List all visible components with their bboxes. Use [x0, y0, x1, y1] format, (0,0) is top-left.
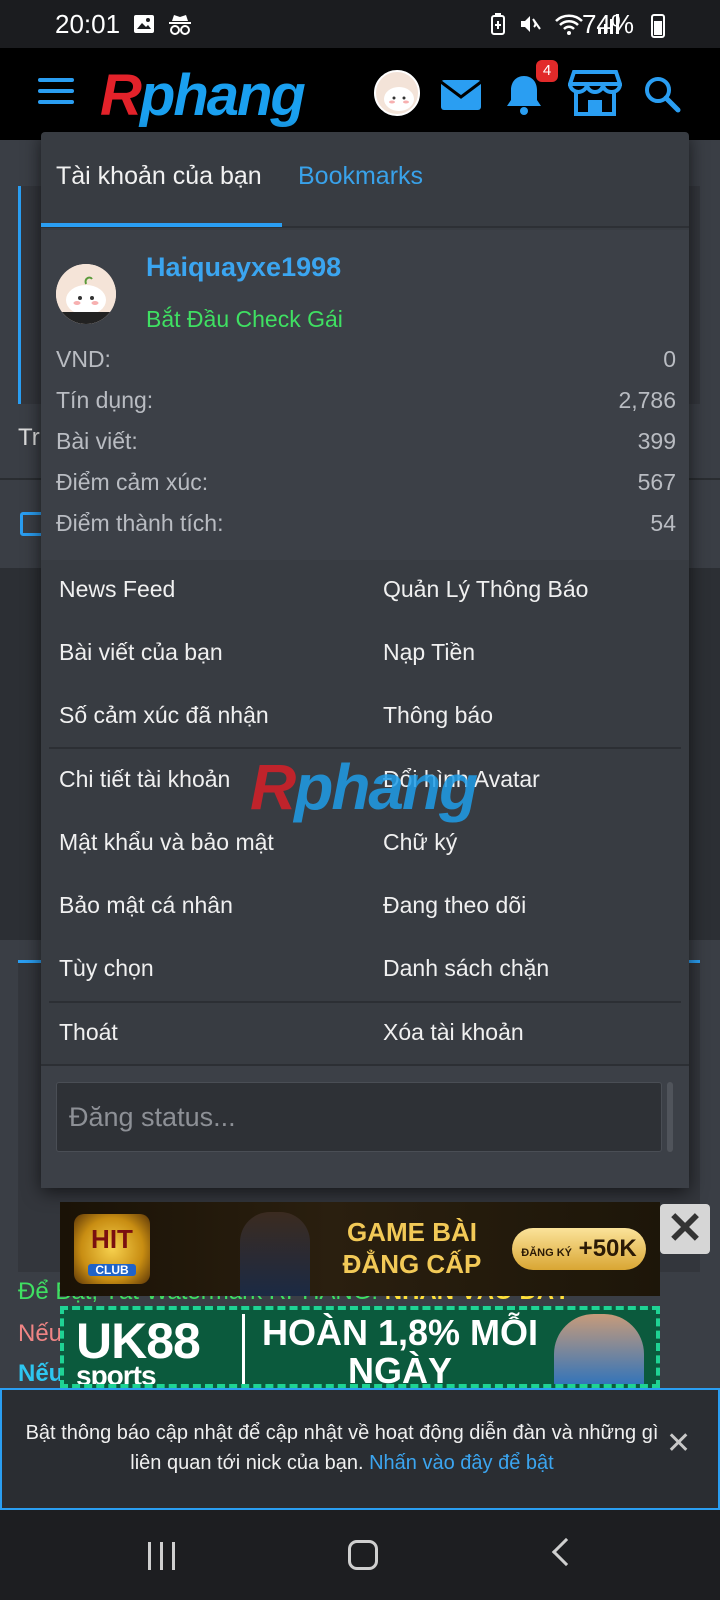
- ad-separator: [242, 1314, 245, 1384]
- menu-icon[interactable]: [38, 78, 74, 104]
- wifi-icon: [555, 14, 583, 35]
- links-divider: [49, 747, 681, 749]
- stat-label: Bài viết:: [56, 428, 138, 454]
- link-account-details[interactable]: Chi tiết tài khoản: [59, 766, 230, 793]
- status-update-area: [41, 1064, 689, 1188]
- close-icon[interactable]: ✕: [666, 1426, 691, 1461]
- stat-value[interactable]: 2,786: [618, 387, 676, 414]
- status-resize-handle[interactable]: [667, 1082, 673, 1152]
- link-signature[interactable]: Chữ ký: [383, 829, 457, 856]
- link-your-posts[interactable]: Bài viết của bạn: [59, 639, 223, 666]
- link-manage-notifications[interactable]: Quản Lý Thông Báo: [383, 576, 588, 603]
- logo-r: R: [100, 63, 142, 128]
- link-news-feed[interactable]: News Feed: [59, 576, 175, 603]
- ad-offer: HOÀN 1,8% MỖI NGÀY: [261, 1312, 539, 1388]
- links-divider: [49, 1001, 681, 1003]
- site-logo[interactable]: Rphang: [100, 62, 306, 129]
- status-left-icons: [132, 12, 194, 36]
- background-message: Nếu: [18, 1360, 64, 1387]
- profile-user-title: Bắt Đầu Check Gái: [146, 306, 343, 332]
- stat-value[interactable]: 54: [650, 510, 676, 537]
- ad-close-button[interactable]: ✕: [660, 1204, 710, 1254]
- link-alerts[interactable]: Thông báo: [383, 702, 493, 729]
- gallery-icon: [134, 15, 154, 33]
- status-bar: 20:01 74%: [0, 0, 720, 48]
- back-icon[interactable]: [551, 1537, 581, 1567]
- ad-cta-small: ĐĂNG KÝ: [521, 1247, 572, 1259]
- screen: 20:01 74% Rphang 4 Tr Tài khoản của bạn …: [0, 0, 720, 1600]
- search-icon[interactable]: [642, 74, 682, 114]
- mute-icon: [521, 16, 541, 32]
- hitclub-brand: HIT: [91, 1224, 133, 1254]
- store-icon[interactable]: [568, 68, 622, 118]
- notification-permission-bar: Bật thông báo cập nhật để cập nhật về ho…: [0, 1388, 720, 1510]
- logo-rest: phang: [139, 63, 306, 128]
- hitclub-sub: CLUB: [88, 1264, 136, 1276]
- account-dropdown: Tài khoản của bạn Bookmarks Haiquayxe199…: [41, 132, 689, 1188]
- stat-row: Bài viết: 399: [56, 428, 676, 455]
- stat-row: VND: 0: [56, 346, 676, 373]
- tab-your-account[interactable]: Tài khoản của bạn: [56, 162, 262, 191]
- ad-cta-button[interactable]: ĐĂNG KÝ +50K: [512, 1228, 646, 1270]
- battery-percent: 74%: [581, 9, 634, 39]
- background-message: Nếu: [18, 1320, 63, 1347]
- stat-row: Tín dụng: 2,786: [56, 387, 676, 414]
- background-text: Tr: [18, 424, 40, 451]
- notification-badge: 4: [536, 60, 558, 82]
- ad-person-image: [240, 1212, 310, 1296]
- link-logout[interactable]: Thoát: [59, 1019, 118, 1046]
- profile-avatar[interactable]: [56, 264, 116, 324]
- avatar[interactable]: [374, 70, 420, 116]
- link-ignored[interactable]: Danh sách chặn: [383, 955, 549, 982]
- stat-label: Điểm thành tích:: [56, 510, 224, 536]
- ad-banner-uk88[interactable]: UK88 sports HOÀN 1,8% MỖI NGÀY: [60, 1306, 660, 1388]
- uk88-logo: UK88 sports: [76, 1312, 201, 1384]
- watermark-r: R: [250, 751, 296, 823]
- stat-value[interactable]: 567: [638, 469, 676, 496]
- dropdown-tabs: Tài khoản của bạn Bookmarks: [41, 132, 689, 228]
- link-delete-account[interactable]: Xóa tài khoản: [383, 1019, 524, 1046]
- status-input[interactable]: [56, 1082, 662, 1152]
- home-icon[interactable]: [348, 1540, 378, 1570]
- notification-prompt-text: Bật thông báo cập nhật để cập nhật về ho…: [22, 1418, 662, 1478]
- stat-value[interactable]: 399: [638, 428, 676, 455]
- ad-cta-label: +50K: [578, 1235, 637, 1262]
- stat-label: Điểm cảm xúc:: [56, 469, 209, 495]
- ad-banner-hitclub[interactable]: HIT CLUB GAME BÀI ĐẲNG CẤP ĐĂNG KÝ +50K: [60, 1202, 660, 1296]
- tab-bookmarks[interactable]: Bookmarks: [298, 162, 423, 191]
- watermark-logo: Rphang: [250, 750, 478, 824]
- link-preferences[interactable]: Tùy chọn: [59, 955, 154, 982]
- link-password-security[interactable]: Mật khẩu và bảo mật: [59, 829, 274, 856]
- ad-headline: GAME BÀI ĐẲNG CẤP: [342, 1217, 482, 1279]
- system-nav-bar: [0, 1510, 720, 1600]
- link-privacy[interactable]: Bảo mật cá nhân: [59, 892, 233, 919]
- stat-row: Điểm thành tích: 54: [56, 510, 676, 537]
- link-deposit[interactable]: Nạp Tiền: [383, 639, 475, 666]
- profile-username[interactable]: Haiquayxe1998: [146, 252, 341, 283]
- status-time: 20:01: [55, 9, 121, 39]
- ad-player-image: [554, 1314, 644, 1384]
- recent-apps-icon[interactable]: [148, 1542, 178, 1570]
- site-header: Rphang 4: [0, 48, 720, 140]
- battery-saver-icon: [491, 13, 505, 35]
- stat-row: Điểm cảm xúc: 567: [56, 469, 676, 496]
- stat-value[interactable]: 0: [663, 346, 676, 373]
- hitclub-logo: HIT CLUB: [74, 1214, 150, 1284]
- enable-notifications-link[interactable]: Nhấn vào đây để bật: [369, 1452, 554, 1474]
- notification-prompt-message: Bật thông báo cập nhật để cập nhật về ho…: [25, 1422, 659, 1474]
- link-following[interactable]: Đang theo dõi: [383, 892, 526, 919]
- active-tab-indicator: [41, 223, 282, 227]
- stat-label: VND:: [56, 346, 111, 372]
- stat-label: Tín dụng:: [56, 387, 154, 413]
- mail-icon[interactable]: [437, 70, 485, 118]
- watermark-rest: phang: [294, 751, 478, 823]
- incognito-icon: [169, 15, 191, 35]
- battery-icon: [651, 14, 665, 38]
- link-reactions-received[interactable]: Số cảm xúc đã nhận: [59, 702, 269, 729]
